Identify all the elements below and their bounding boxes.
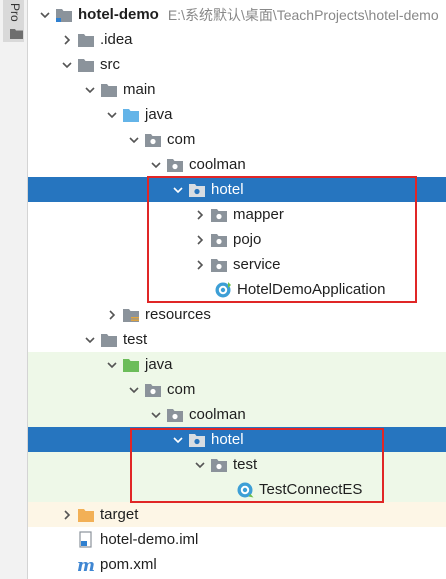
tree-row-label: hotel	[211, 431, 244, 448]
tree-row-java-sources[interactable]: java	[28, 102, 446, 127]
tree-row-coolman-test[interactable]: coolman	[28, 402, 446, 427]
package-icon	[188, 432, 206, 448]
chevron-down-icon[interactable]	[104, 357, 120, 373]
tree-row-java-tests[interactable]: java	[28, 352, 446, 377]
tree-row-label: service	[233, 256, 281, 273]
excluded-folder-icon	[77, 507, 95, 523]
chevron-down-icon[interactable]	[192, 457, 208, 473]
tree-row-pojo[interactable]: pojo	[28, 227, 446, 252]
chevron-right-icon[interactable]	[59, 507, 75, 523]
iml-file-icon	[77, 530, 95, 548]
package-icon	[188, 182, 206, 198]
tree-row-hotel-test[interactable]: hotel	[28, 427, 446, 452]
tree-row-label: test	[123, 331, 148, 348]
test-class-icon	[236, 482, 254, 498]
tree-row-label: java	[145, 106, 173, 123]
tree-row-coolman[interactable]: coolman	[28, 152, 446, 177]
chevron-down-icon[interactable]	[59, 57, 75, 73]
tree-row-test-connect-es[interactable]: TestConnectES	[28, 477, 446, 502]
package-icon	[210, 207, 228, 223]
package-icon	[144, 382, 162, 398]
source-root-folder-icon	[122, 107, 140, 123]
chevron-down-icon[interactable]	[126, 382, 142, 398]
chevron-right-icon[interactable]	[192, 257, 208, 273]
tree-row-label: resources	[145, 306, 211, 323]
tree-row-idea[interactable]: .idea	[28, 27, 446, 52]
tree-row-resources[interactable]: resources	[28, 302, 446, 327]
tree-row-test-package[interactable]: test	[28, 452, 446, 477]
tree-row-label: java	[145, 356, 173, 373]
package-icon	[210, 457, 228, 473]
tool-window-strip: Pro	[0, 0, 28, 579]
chevron-down-icon[interactable]	[37, 7, 53, 23]
project-tool-tab[interactable]: Pro	[3, 0, 24, 42]
project-path: E:\系统默认\桌面\TeachProjects\hotel-demo	[167, 6, 439, 23]
tree-row-label: pojo	[233, 231, 262, 248]
package-icon	[166, 157, 184, 173]
tree-row-label: TestConnectES	[259, 481, 363, 498]
chevron-right-icon[interactable]	[192, 207, 208, 223]
module-folder-icon	[55, 7, 73, 23]
folder-icon	[10, 26, 23, 39]
tree-row-label: mapper	[233, 206, 284, 223]
chevron-down-icon[interactable]	[148, 157, 164, 173]
tree-row-label: coolman	[189, 406, 246, 423]
tree-row-test[interactable]: test	[28, 327, 446, 352]
tree-row-label: com	[167, 381, 196, 398]
tree-row-com-test[interactable]: com	[28, 377, 446, 402]
tree-row-label: test	[233, 456, 258, 473]
tree-row-label: hotel	[211, 181, 244, 198]
tree-row-hotel-demo-iml[interactable]: hotel-demo.iml	[28, 527, 446, 552]
tree-row-label: hotel-demo.iml	[100, 531, 199, 548]
tree-row-pom-xml[interactable]: m pom.xml	[28, 552, 446, 577]
package-icon	[210, 232, 228, 248]
tree-row-hotel-demo[interactable]: hotel-demo E:\系统默认\桌面\TeachProjects\hote…	[28, 2, 446, 27]
test-root-folder-icon	[122, 357, 140, 373]
resources-folder-icon	[122, 307, 140, 323]
folder-icon	[77, 32, 95, 48]
tree-row-label: hotel-demo	[78, 6, 159, 23]
tree-row-service[interactable]: service	[28, 252, 446, 277]
chevron-down-icon[interactable]	[170, 432, 186, 448]
project-tree: hotel-demo E:\系统默认\桌面\TeachProjects\hote…	[28, 0, 446, 579]
tree-row-label: target	[100, 506, 139, 523]
folder-icon	[77, 57, 95, 73]
chevron-down-icon[interactable]	[170, 182, 186, 198]
tree-row-label: pom.xml	[100, 556, 157, 573]
tree-row-label: .idea	[100, 31, 133, 48]
tree-row-target[interactable]: target	[28, 502, 446, 527]
folder-icon	[100, 332, 118, 348]
chevron-right-icon[interactable]	[192, 232, 208, 248]
tree-row-label: main	[123, 81, 156, 98]
chevron-down-icon[interactable]	[148, 407, 164, 423]
tree-row-com[interactable]: com	[28, 127, 446, 152]
tree-row-hotel-demo-application[interactable]: HotelDemoApplication	[28, 277, 446, 302]
folder-icon	[100, 82, 118, 98]
tree-row-src[interactable]: src	[28, 52, 446, 77]
chevron-down-icon[interactable]	[82, 82, 98, 98]
svg-text:m: m	[77, 557, 95, 573]
chevron-right-icon[interactable]	[104, 307, 120, 323]
chevron-down-icon[interactable]	[126, 132, 142, 148]
tree-row-hotel-main[interactable]: hotel	[28, 177, 446, 202]
package-icon	[166, 407, 184, 423]
chevron-right-icon[interactable]	[59, 32, 75, 48]
package-icon	[144, 132, 162, 148]
tree-row-main[interactable]: main	[28, 77, 446, 102]
tree-row-label: com	[167, 131, 196, 148]
tree-row-label: src	[100, 56, 120, 73]
tree-row-label: HotelDemoApplication	[237, 281, 386, 298]
maven-m-icon: m	[77, 557, 95, 573]
chevron-down-icon[interactable]	[82, 332, 98, 348]
package-icon	[210, 257, 228, 273]
chevron-down-icon[interactable]	[104, 107, 120, 123]
tree-row-label: coolman	[189, 156, 246, 173]
project-tab-label: Pro	[8, 3, 22, 22]
tree-row-mapper[interactable]: mapper	[28, 202, 446, 227]
spring-boot-class-icon	[214, 281, 232, 298]
